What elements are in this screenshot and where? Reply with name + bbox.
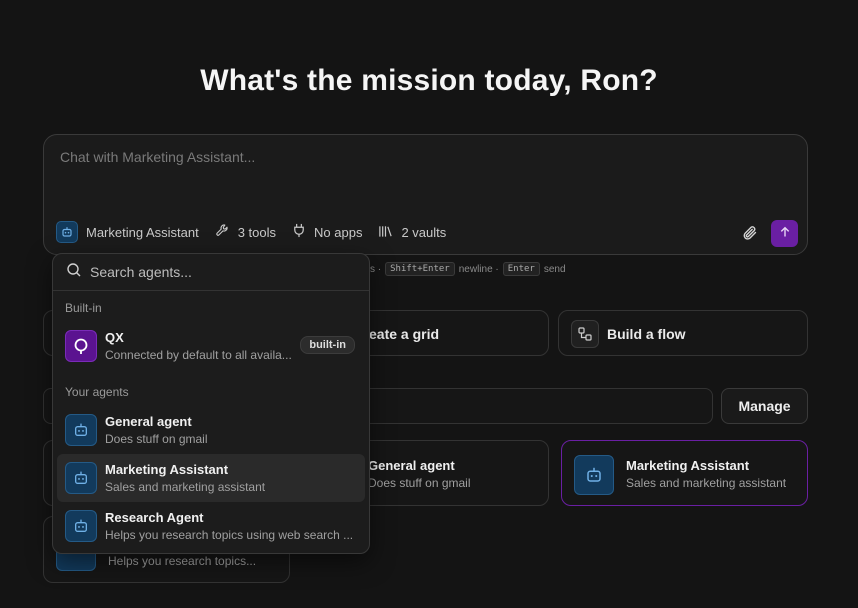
agent-option-desc: Helps you research topics using web sear… [105, 528, 354, 542]
robot-icon [65, 414, 97, 446]
agent-option-general[interactable]: General agent Does stuff on gmail [57, 406, 365, 454]
paperclip-icon[interactable] [741, 224, 759, 247]
flow-icon [571, 320, 599, 348]
keyboard-hint: s · Shift+Enter newline · Enter send [370, 262, 566, 276]
agent-option-desc: Connected by default to all availa... [105, 348, 292, 362]
agent-option-name: General agent [105, 414, 192, 429]
agent-selector-button[interactable]: Marketing Assistant [56, 221, 199, 243]
agent-card-name: General agent [368, 458, 455, 473]
plug-icon [292, 223, 306, 241]
agent-search [53, 254, 369, 291]
your-agents-section-label: Your agents [65, 385, 129, 399]
hint-newline-text: newline · [458, 263, 499, 275]
chat-input[interactable] [60, 149, 760, 209]
search-icon [66, 262, 82, 283]
apps-label: No apps [314, 224, 363, 240]
agent-option-desc: Sales and marketing assistant [105, 480, 266, 494]
agent-option-name: Marketing Assistant [105, 462, 229, 477]
vaults-label: 2 vaults [401, 224, 447, 240]
robot-icon [56, 221, 78, 243]
builtin-section-label: Built-in [65, 301, 102, 315]
builtin-badge: built-in [300, 336, 355, 354]
agent-option-research[interactable]: Research Agent Helps you research topics… [57, 502, 365, 550]
arrow-up-icon [779, 225, 791, 243]
build-flow-button[interactable]: Build a flow [558, 310, 808, 356]
tools-button[interactable]: 3 tools [215, 223, 276, 241]
apps-button[interactable]: No apps [292, 223, 362, 241]
agent-card-desc: Helps you research topics... [108, 554, 257, 568]
composer-toolbar: Marketing Assistant 3 tools No apps 2 va… [56, 221, 446, 243]
robot-icon [574, 455, 614, 495]
agent-option-name: Research Agent [105, 510, 204, 525]
agent-card-name: Marketing Assistant [626, 458, 750, 473]
create-grid-label: eate a grid [369, 326, 440, 342]
agent-selector-label: Marketing Assistant [86, 224, 199, 240]
send-button[interactable] [771, 220, 798, 247]
agent-search-input[interactable] [90, 264, 350, 280]
manage-button[interactable]: Manage [721, 388, 808, 424]
agent-option-marketing[interactable]: Marketing Assistant Sales and marketing … [57, 454, 365, 502]
robot-icon [65, 510, 97, 542]
shift-enter-key: Shift+Enter [385, 262, 455, 276]
tools-label: 3 tools [237, 224, 277, 240]
agent-card-marketing[interactable]: Marketing Assistant Sales and marketing … [561, 440, 808, 506]
agent-option-qx[interactable]: QX Connected by default to all availa...… [57, 322, 365, 370]
agent-option-desc: Does stuff on gmail [105, 432, 208, 446]
qx-logo-icon [65, 330, 97, 362]
wrench-icon [215, 223, 230, 241]
robot-icon [65, 462, 97, 494]
chat-composer: Marketing Assistant 3 tools No apps 2 va… [43, 134, 808, 255]
build-flow-label: Build a flow [607, 326, 686, 342]
page-title: What's the mission today, Ron? [200, 64, 658, 97]
library-icon [378, 224, 393, 241]
hint-send-text: send [543, 263, 566, 275]
agent-card-desc: Sales and marketing assistant [626, 476, 787, 490]
agent-card-desc: Does stuff on gmail [368, 476, 471, 490]
hint-text: s · [370, 263, 382, 275]
agent-option-name: QX [105, 330, 124, 345]
agent-picker-dropdown: Built-in QX Connected by default to all … [52, 253, 370, 554]
vaults-button[interactable]: 2 vaults [378, 224, 446, 241]
enter-key: Enter [502, 262, 540, 276]
